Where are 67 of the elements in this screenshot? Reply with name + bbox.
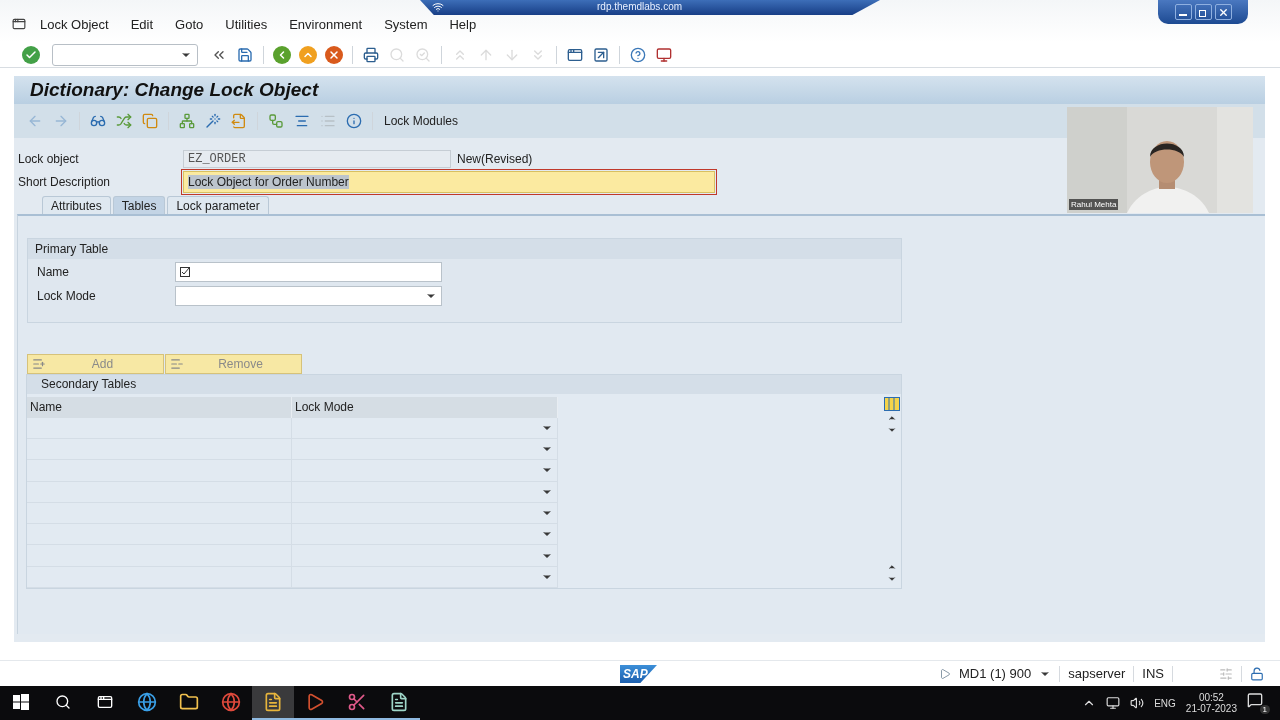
sliders-icon[interactable] bbox=[1219, 666, 1233, 681]
restore-button[interactable] bbox=[1194, 4, 1212, 20]
text-field[interactable]: Lock Object for Order Number bbox=[183, 170, 715, 193]
field-label: Short Description bbox=[18, 174, 112, 189]
close-icon bbox=[1217, 6, 1229, 18]
dropdown-field[interactable] bbox=[175, 286, 442, 306]
expand-icon[interactable] bbox=[939, 667, 951, 680]
scroll-down-icon[interactable] bbox=[887, 574, 897, 584]
save-icon[interactable] bbox=[236, 45, 254, 64]
clock-date[interactable]: 21-07-2023 bbox=[1185, 703, 1237, 714]
menu-item[interactable]: System bbox=[384, 16, 428, 32]
column-header[interactable]: Lock Mode bbox=[292, 396, 558, 418]
menu-item[interactable]: Utilities bbox=[225, 16, 268, 32]
lock-icon[interactable] bbox=[1250, 666, 1264, 681]
system-info[interactable]: MD1 (1) 900 bbox=[959, 666, 1032, 681]
text-field[interactable]: EZ_ORDER bbox=[183, 149, 451, 168]
tab[interactable]: Attributes bbox=[42, 196, 111, 214]
add-row-icon bbox=[32, 357, 46, 371]
wand-icon[interactable] bbox=[204, 112, 222, 130]
remove-row-icon bbox=[170, 357, 184, 371]
menu-item[interactable]: Environment bbox=[289, 16, 363, 32]
webcam-caption: Rahul Mehta bbox=[1069, 199, 1119, 210]
field-label: Lock Mode bbox=[37, 289, 97, 303]
restore-icon bbox=[1198, 7, 1208, 17]
remote-host: rdp.themdlabs.com bbox=[597, 1, 683, 12]
back-icon[interactable] bbox=[273, 45, 291, 64]
menu-icon[interactable] bbox=[12, 17, 26, 31]
command-field[interactable] bbox=[52, 43, 198, 66]
menu-item[interactable]: Edit bbox=[130, 16, 154, 32]
notification-count: 1 bbox=[1259, 705, 1270, 714]
lock-modules-button[interactable]: Lock Modules bbox=[380, 112, 463, 130]
export-icon[interactable] bbox=[230, 112, 248, 130]
volume-icon[interactable] bbox=[1130, 696, 1145, 710]
network-icon[interactable] bbox=[1106, 696, 1121, 710]
tab[interactable]: Lock parameter bbox=[167, 196, 269, 214]
tab[interactable]: Tables bbox=[112, 196, 166, 214]
field-label: Name bbox=[37, 265, 70, 279]
scroll-up-icon[interactable] bbox=[887, 562, 897, 572]
layout-icon[interactable] bbox=[655, 45, 673, 64]
exit-icon[interactable] bbox=[299, 45, 317, 64]
screen-title: Dictionary: Change Lock Object bbox=[30, 79, 319, 101]
status-text: New(Revised) bbox=[457, 151, 533, 166]
cancel-icon[interactable] bbox=[325, 45, 343, 64]
group-title: Secondary Tables bbox=[40, 377, 137, 392]
info-icon[interactable] bbox=[345, 112, 363, 130]
printer-icon[interactable] bbox=[362, 45, 380, 64]
insert-mode: INS bbox=[1142, 666, 1164, 681]
language-indicator[interactable]: ENG bbox=[1154, 697, 1176, 709]
sap-logo: SAP bbox=[620, 665, 657, 683]
check-icon[interactable] bbox=[22, 45, 40, 64]
field-label: Lock object bbox=[18, 151, 80, 166]
copy-icon[interactable] bbox=[141, 112, 159, 130]
menu-item[interactable]: Goto bbox=[175, 16, 204, 32]
minimize-button[interactable] bbox=[1174, 4, 1192, 20]
help-icon[interactable] bbox=[629, 45, 647, 64]
required-check-icon bbox=[180, 267, 190, 277]
table-settings-icon[interactable] bbox=[884, 396, 900, 411]
input-field[interactable] bbox=[175, 262, 442, 282]
server-name: sapserver bbox=[1068, 666, 1126, 681]
close-button[interactable] bbox=[1214, 4, 1232, 20]
signal-icon[interactable] bbox=[432, 1, 444, 13]
shortcut-icon[interactable] bbox=[592, 45, 610, 64]
menu-item[interactable]: Help bbox=[449, 16, 477, 32]
menu-item[interactable]: Lock Object bbox=[40, 16, 109, 32]
clock-time[interactable]: 00:52 bbox=[1198, 692, 1224, 703]
group-title: Primary Table bbox=[35, 242, 109, 256]
column-header[interactable]: Name bbox=[27, 396, 292, 418]
